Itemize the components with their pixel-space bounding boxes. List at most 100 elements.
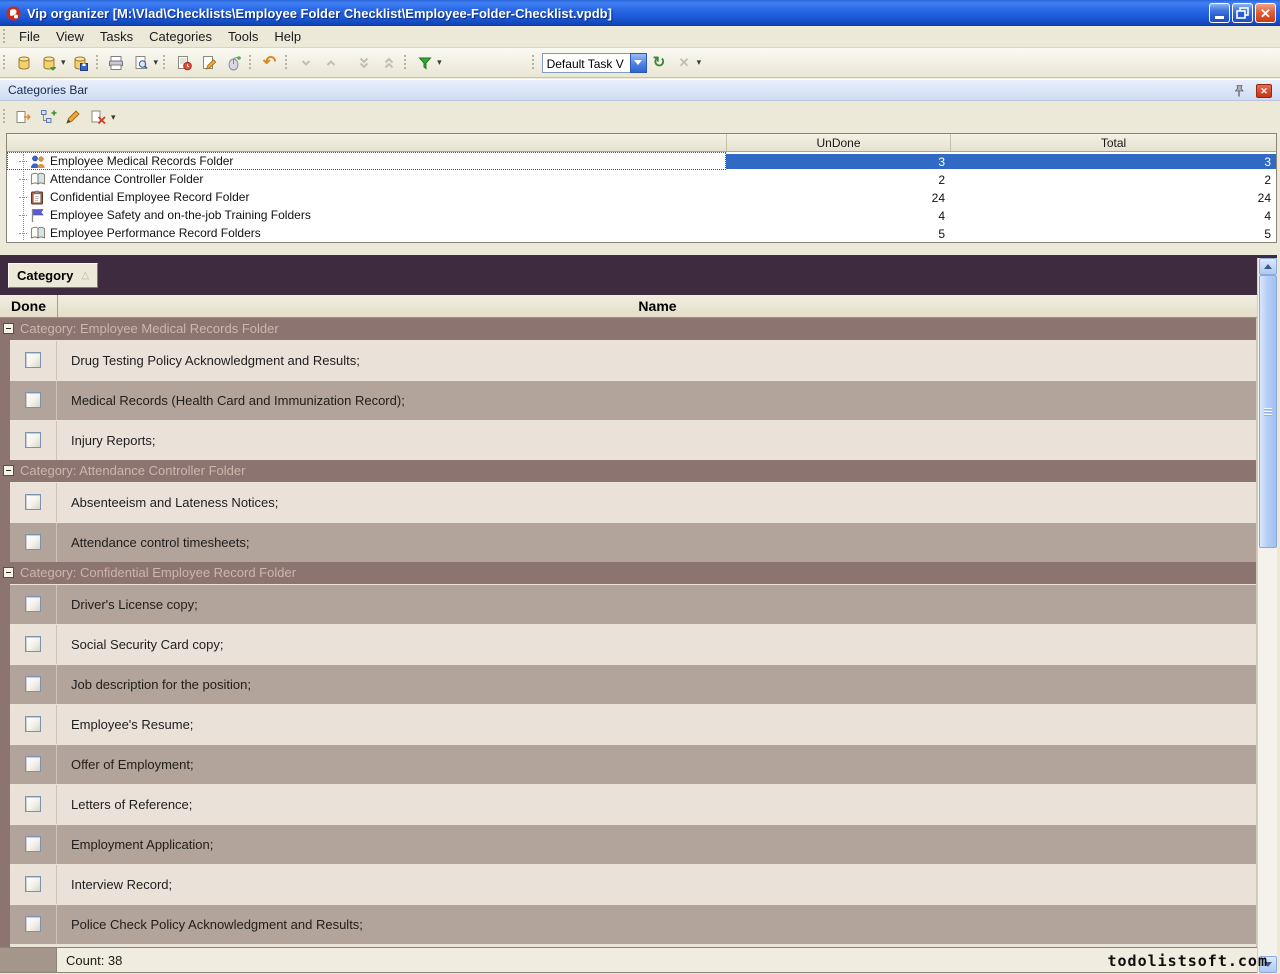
window-title: Vip organizer [M:\Vlad\Checklists\Employ…: [27, 6, 612, 21]
group-row[interactable]: Category: Employee Medical Records Folde…: [0, 318, 1256, 340]
toolbar-grip[interactable]: [531, 55, 536, 71]
task-row[interactable]: Offer of Employment;: [10, 744, 1256, 784]
filter-view-button[interactable]: [412, 51, 437, 75]
delete-category-button[interactable]: [86, 105, 111, 129]
new-category-button[interactable]: [11, 105, 36, 129]
clear-view-button[interactable]: ✕: [672, 51, 697, 75]
task-checkbox[interactable]: [25, 494, 41, 510]
new-subcategory-button[interactable]: [36, 105, 61, 129]
menu-item-tasks[interactable]: Tasks: [92, 26, 141, 47]
vertical-scrollbar[interactable]: [1257, 258, 1277, 973]
complete-task-button[interactable]: [221, 51, 246, 75]
group-row[interactable]: Category: Confidential Employee Record F…: [0, 562, 1256, 584]
total-column-header[interactable]: Total: [950, 134, 1276, 151]
task-checkbox[interactable]: [25, 676, 41, 692]
scroll-up-button[interactable]: [1259, 258, 1277, 275]
collapse-icon[interactable]: [3, 465, 14, 476]
move-down-button[interactable]: [293, 51, 318, 75]
task-row[interactable]: Driver's License copy;: [10, 584, 1256, 624]
print-preview-button[interactable]: [129, 51, 154, 75]
group-by-band: Category △: [0, 255, 1277, 295]
collapse-icon[interactable]: [3, 567, 14, 578]
task-checkbox[interactable]: [25, 596, 41, 612]
task-row[interactable]: Social Security Card copy;: [10, 624, 1256, 664]
task-row[interactable]: Injury Reports;: [10, 420, 1256, 460]
move-to-bottom-button[interactable]: [351, 51, 376, 75]
edit-category-button[interactable]: [61, 105, 86, 129]
task-checkbox[interactable]: [25, 756, 41, 772]
task-checkbox[interactable]: [25, 432, 41, 448]
scrollbar-thumb[interactable]: [1259, 275, 1277, 548]
name-column-header[interactable]: Name: [58, 295, 1257, 317]
restore-button[interactable]: [1232, 3, 1253, 23]
new-database-button[interactable]: [11, 51, 36, 75]
close-button[interactable]: ✕: [1255, 3, 1276, 23]
task-name: Employment Application;: [58, 825, 1256, 864]
task-view-combo-value[interactable]: Default Task V: [542, 53, 630, 73]
collapse-icon[interactable]: [3, 323, 14, 334]
toolbar-grip[interactable]: [162, 55, 167, 71]
menu-item-help[interactable]: Help: [266, 26, 309, 47]
menu-item-categories[interactable]: Categories: [141, 26, 220, 47]
print-preview-dropdown-icon[interactable]: ▾: [154, 57, 159, 68]
categories-toolbar-dropdown-icon[interactable]: ▾: [111, 112, 116, 123]
undo-button[interactable]: ↶: [257, 51, 282, 75]
toolbar-overflow-icon[interactable]: ▾: [697, 57, 702, 68]
pin-icon[interactable]: [1232, 84, 1246, 98]
name-column-header[interactable]: [7, 134, 726, 151]
task-row[interactable]: Medical Records (Health Card and Immuniz…: [10, 380, 1256, 420]
group-row[interactable]: Category: Attendance Controller Folder: [0, 460, 1256, 482]
task-checkbox[interactable]: [25, 876, 41, 892]
task-checkbox[interactable]: [25, 636, 41, 652]
task-row[interactable]: Drug Testing Policy Acknowledgment and R…: [10, 340, 1256, 380]
category-row[interactable]: Confidential Employee Record Folder2424: [7, 188, 1276, 206]
task-view-combo[interactable]: Default Task V: [542, 53, 647, 73]
done-cell: [10, 523, 57, 562]
task-checkbox[interactable]: [25, 916, 41, 932]
toolbar-grip[interactable]: [248, 55, 253, 71]
move-to-top-button[interactable]: [376, 51, 401, 75]
print-button[interactable]: [104, 51, 129, 75]
toolbar-grip[interactable]: [2, 29, 7, 45]
minimize-button[interactable]: [1209, 3, 1230, 23]
categories-bar-close-button[interactable]: ✕: [1256, 84, 1272, 98]
toolbar-grip[interactable]: [2, 109, 7, 125]
save-database-button[interactable]: [68, 51, 93, 75]
task-row[interactable]: Absenteeism and Lateness Notices;: [10, 482, 1256, 522]
task-checkbox[interactable]: [25, 392, 41, 408]
task-checkbox[interactable]: [25, 716, 41, 732]
task-row[interactable]: Job description for the position;: [10, 664, 1256, 704]
task-row[interactable]: Police Check Policy Acknowledgment and R…: [10, 904, 1256, 944]
task-row[interactable]: Attendance control timesheets;: [10, 522, 1256, 562]
task-row[interactable]: Employee's Resume;: [10, 704, 1256, 744]
filter-view-dropdown-icon[interactable]: ▾: [437, 57, 442, 68]
category-row[interactable]: Attendance Controller Folder22: [7, 170, 1276, 188]
task-row[interactable]: Letters of Reference;: [10, 784, 1256, 824]
toolbar-grip[interactable]: [95, 55, 100, 71]
open-database-button[interactable]: [36, 51, 61, 75]
toolbar-grip[interactable]: [284, 55, 289, 71]
combo-dropdown-button[interactable]: [630, 53, 647, 73]
toolbar-grip[interactable]: [403, 55, 408, 71]
task-checkbox[interactable]: [25, 352, 41, 368]
menu-item-file[interactable]: File: [11, 26, 48, 47]
task-row[interactable]: Employment Application;: [10, 824, 1256, 864]
edit-task-button[interactable]: [196, 51, 221, 75]
new-task-button[interactable]: [171, 51, 196, 75]
task-checkbox[interactable]: [25, 534, 41, 550]
task-row[interactable]: Interview Record;: [10, 864, 1256, 904]
group-by-category-button[interactable]: Category △: [8, 263, 98, 288]
menu-item-tools[interactable]: Tools: [220, 26, 266, 47]
done-column-header[interactable]: Done: [0, 295, 58, 317]
category-row[interactable]: Employee Performance Record Folders55: [7, 224, 1276, 242]
open-database-dropdown-icon[interactable]: ▾: [61, 57, 66, 68]
category-row[interactable]: Employee Medical Records Folder33: [7, 152, 1276, 170]
task-checkbox[interactable]: [25, 796, 41, 812]
undone-column-header[interactable]: UnDone: [726, 134, 950, 151]
move-up-button[interactable]: [318, 51, 343, 75]
toolbar-grip[interactable]: [2, 55, 7, 71]
task-checkbox[interactable]: [25, 836, 41, 852]
apply-view-button[interactable]: ↻: [647, 51, 672, 75]
menu-item-view[interactable]: View: [48, 26, 92, 47]
category-row[interactable]: Employee Safety and on-the-job Training …: [7, 206, 1276, 224]
